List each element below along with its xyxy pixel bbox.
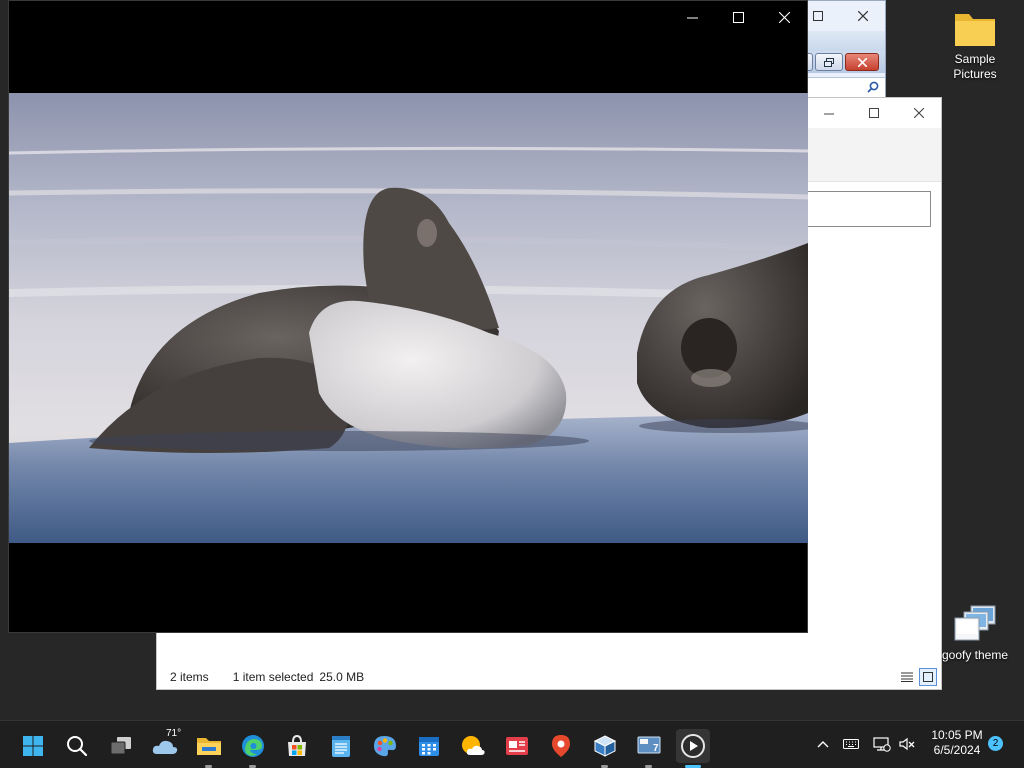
window-controls (806, 98, 941, 128)
weather-cloud-icon (152, 740, 178, 754)
edge-button[interactable] (236, 729, 270, 768)
weather-temperature: 71° (166, 728, 182, 739)
calendar-button[interactable] (412, 729, 446, 763)
show-hidden-icons-button[interactable] (814, 735, 832, 753)
media-player-button[interactable] (676, 729, 710, 768)
folder-icon (955, 14, 995, 46)
maps-button[interactable] (544, 729, 578, 763)
cube-icon (593, 735, 617, 757)
minimize-button[interactable] (669, 1, 715, 33)
maximize-icon (868, 108, 879, 118)
close-icon (778, 11, 790, 23)
view-switcher (898, 668, 937, 686)
news-button[interactable] (500, 729, 534, 763)
restore-icon (812, 11, 823, 21)
restore-icon (824, 57, 834, 67)
microsoft-store-icon (288, 734, 306, 756)
calendar-icon (419, 737, 439, 756)
minimize-button[interactable] (806, 98, 851, 128)
file-explorer-button[interactable] (192, 729, 226, 768)
task-view-icon (110, 737, 131, 755)
media-player-icon (681, 734, 705, 758)
search-icon (67, 736, 88, 757)
selection-size: 25.0 MB (319, 670, 365, 684)
window-controls (669, 1, 807, 33)
store-button[interactable] (280, 729, 314, 763)
desktop-icon-label: goofy theme (941, 648, 1009, 662)
video-frame[interactable] (9, 93, 808, 543)
network-button[interactable] (873, 735, 891, 753)
chevron-up-icon (817, 741, 829, 748)
desktop-icon-sample-pictures[interactable]: Sample Pictures (932, 8, 1018, 82)
windows7-vm-button[interactable]: 7 (632, 729, 666, 768)
virtualbox-button[interactable] (588, 729, 622, 768)
seals-on-beach-image (9, 93, 808, 543)
close-icon (857, 11, 868, 21)
large-icons-view-icon (923, 672, 933, 682)
search-button[interactable] (60, 729, 94, 763)
keyboard-button[interactable] (842, 735, 860, 753)
notepad-icon (332, 736, 350, 757)
sun-cloud-icon (462, 736, 485, 755)
volume-button[interactable] (898, 735, 916, 753)
start-button[interactable] (16, 729, 50, 763)
maximize-icon (732, 11, 744, 23)
minimize-icon (823, 113, 834, 115)
search-icon[interactable] (867, 81, 879, 93)
file-explorer-icon (197, 738, 221, 755)
item-count: 2 items (170, 670, 209, 684)
window-controls (795, 1, 885, 31)
weather-app-button[interactable] (456, 729, 490, 763)
windows7-icon: 7 (637, 736, 661, 754)
taskbar: 7 (0, 720, 1024, 768)
windows-start-icon (23, 736, 43, 756)
map-pin-icon (552, 735, 570, 757)
desktop-icon-goofy-theme[interactable]: goofy theme (932, 604, 1018, 663)
theme-pictures-icon (954, 605, 996, 641)
large-icons-view-button[interactable] (919, 668, 937, 686)
search-box[interactable] (797, 191, 931, 227)
keyboard-icon (843, 739, 859, 749)
clock-date: 6/5/2024 (933, 743, 981, 757)
network-disconnected-icon (873, 737, 891, 752)
taskbar-clock[interactable]: 10:05 PM 6/5/2024 (926, 728, 988, 758)
clock-time: 10:05 PM (931, 728, 983, 742)
news-icon (506, 737, 528, 755)
status-bar: 2 items 1 item selected 25.0 MB (157, 665, 941, 689)
details-view-button[interactable] (898, 668, 916, 686)
edge-browser-icon (242, 735, 264, 757)
svg-text:7: 7 (653, 743, 659, 754)
paint-palette-icon (374, 736, 396, 757)
details-view-icon (901, 672, 913, 682)
close-button[interactable] (761, 1, 807, 33)
media-player-window[interactable] (8, 0, 808, 633)
paint-button[interactable] (368, 729, 402, 763)
maximize-button[interactable] (715, 1, 761, 33)
desktop-icon-label: Sample Pictures (953, 52, 997, 81)
notification-badge[interactable]: 2 (988, 736, 1003, 751)
legacy-restore-button[interactable] (815, 53, 843, 71)
maximize-button[interactable] (851, 98, 896, 128)
volume-muted-icon (899, 737, 915, 751)
close-button[interactable] (896, 98, 941, 128)
close-icon (857, 57, 867, 67)
legacy-close-button[interactable] (845, 53, 879, 71)
minimize-icon (686, 17, 698, 18)
close-button[interactable] (840, 1, 885, 31)
selection-info: 1 item selected (232, 670, 314, 684)
notepad-button[interactable] (324, 729, 358, 763)
task-view-button[interactable] (104, 729, 138, 763)
close-icon (913, 108, 924, 118)
